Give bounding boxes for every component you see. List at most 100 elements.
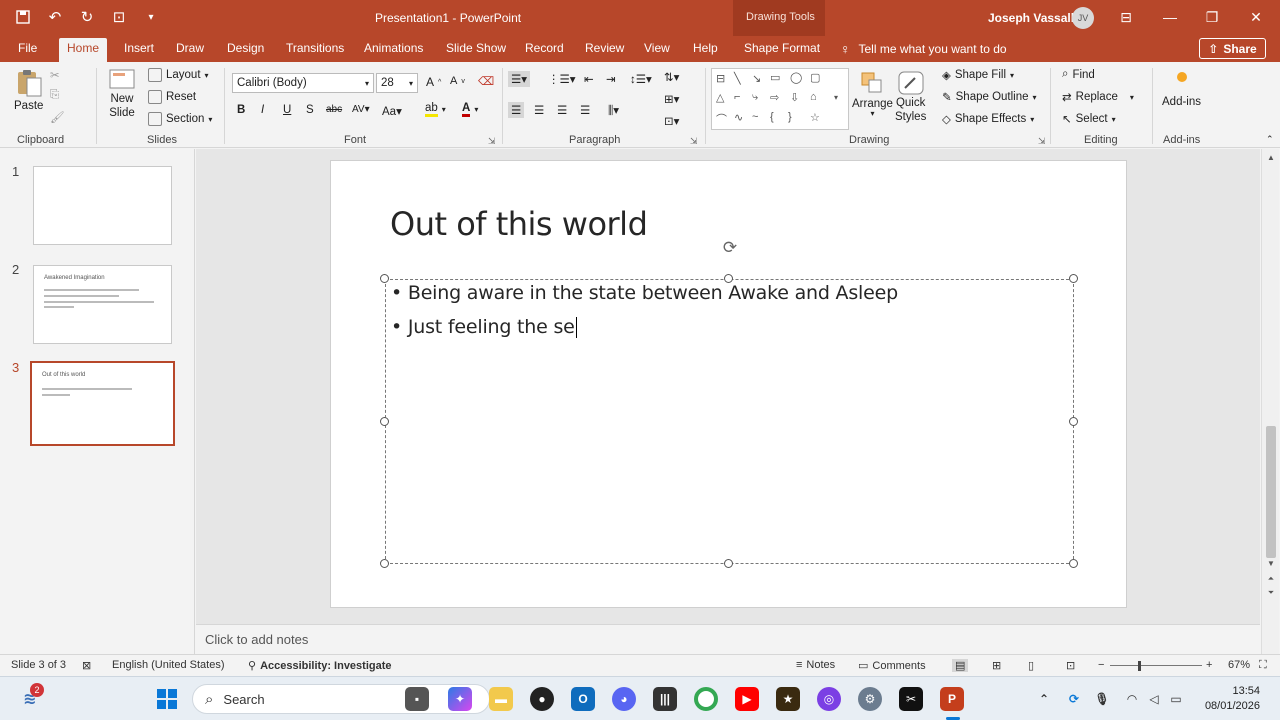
find-button[interactable]: ⌕ Find [1062, 68, 1095, 81]
textbox-shape-icon[interactable]: ⊟ [716, 72, 725, 85]
arrange-button[interactable]: Arrange ▾ [852, 70, 893, 118]
system-clock[interactable]: 13:54 08/01/2026 [1200, 684, 1260, 714]
collapse-ribbon-icon[interactable]: ⌃ [1266, 134, 1274, 145]
notes-toggle[interactable]: ≡ Notes [796, 659, 835, 671]
fit-to-window-icon[interactable]: ⛶ [1259, 659, 1267, 672]
font-dialog-launcher-icon[interactable]: ⇲ [488, 136, 496, 147]
italic-icon[interactable]: I [261, 104, 264, 116]
vertical-scrollbar[interactable]: ▲ ▼ ⏶ ⏷ [1261, 149, 1279, 654]
down-arrow-shape-icon[interactable]: ⇩ [790, 91, 799, 104]
font-color-icon[interactable]: A ▾ [462, 102, 478, 117]
shapes-gallery[interactable]: ⊟ ╲ ↘ ▭ ◯ ▢ △ ⌐ ⤷ ⇨ ⇩ ⌂ ⌒ ∿ ~ { } ☆ ▾ [711, 68, 849, 130]
present-icon[interactable]: ⊡ [110, 8, 128, 26]
freeform-shape-icon[interactable]: ∿ [734, 111, 743, 124]
replace-button[interactable]: ⇄ Replace ▾ [1062, 90, 1134, 104]
tab-draw[interactable]: Draw [176, 41, 204, 55]
microphone-icon[interactable]: 🎙 [1090, 687, 1114, 711]
tab-home[interactable]: Home [59, 38, 108, 62]
connector-arrow-icon[interactable]: ⤷ [752, 91, 758, 104]
tab-animations[interactable]: Animations [364, 41, 423, 55]
highlight-icon[interactable]: ab ▾ [425, 102, 446, 117]
triangle-shape-icon[interactable]: △ [716, 91, 724, 104]
tab-design[interactable]: Design [227, 41, 264, 55]
line-spacing-icon[interactable]: ↕☰▾ [630, 72, 652, 86]
accessibility-checker[interactable]: ⚲ Accessibility: Investigate [248, 659, 392, 673]
powerpoint-icon[interactable]: P [940, 687, 964, 711]
star-shape-icon[interactable]: ☆ [810, 111, 820, 124]
tab-record[interactable]: Record [525, 41, 564, 55]
previous-slide-icon[interactable]: ⏶ [1265, 574, 1277, 584]
zoom-slider[interactable] [1110, 665, 1202, 666]
elbow-connector-icon[interactable]: ⌐ [734, 91, 740, 103]
shape-effects-button[interactable]: ◇ Shape Effects ▾ [942, 112, 1034, 126]
grow-font-icon[interactable]: A ^ [426, 75, 441, 89]
smartart-icon[interactable]: ⊡▾ [664, 114, 679, 128]
text-direction-icon[interactable]: ⇅▾ [664, 70, 679, 84]
rectangle-shape-icon[interactable]: ▭ [770, 71, 780, 84]
select-button[interactable]: ↖ Select ▾ [1062, 112, 1116, 126]
oval-shape-icon[interactable]: ◯ [790, 71, 802, 84]
audio-editor-icon[interactable]: ||| [653, 687, 677, 711]
columns-icon[interactable]: ⫼▾ [608, 103, 619, 118]
font-size-select[interactable]: 28 ▾ [376, 73, 418, 93]
reset-button[interactable]: Reset [148, 90, 196, 104]
normal-view-icon[interactable]: ▤ [952, 659, 969, 672]
slide-thumbnail-3[interactable]: Out of this world [30, 361, 175, 446]
justify-icon[interactable]: ☰ [580, 103, 590, 117]
settings-icon[interactable]: ⚙ [858, 687, 882, 711]
copilot-icon[interactable]: ✦ [448, 687, 472, 711]
wifi-icon[interactable]: ◠ [1120, 687, 1144, 711]
slide-title[interactable]: Out of this world [390, 205, 648, 243]
tab-file[interactable]: File [18, 41, 37, 55]
character-spacing-icon[interactable]: AV▾ [352, 104, 370, 115]
customize-qat-icon[interactable]: ▾ [142, 8, 160, 26]
align-center-icon[interactable]: ☰ [534, 103, 544, 117]
close-icon[interactable]: ✕ [1246, 8, 1266, 26]
reading-view-icon[interactable]: ▯ [1028, 659, 1034, 672]
line-shape-icon[interactable]: ╲ [734, 72, 741, 85]
copy-icon[interactable]: ⎘ [50, 89, 59, 102]
tab-transitions[interactable]: Transitions [286, 41, 344, 55]
resize-handle[interactable] [1069, 417, 1078, 426]
brace-left-shape-icon[interactable]: { [770, 111, 774, 123]
scroll-up-icon[interactable]: ▲ [1265, 153, 1277, 163]
task-view-icon[interactable]: ▪ [405, 687, 429, 711]
shapes-more-icon[interactable]: ▾ [834, 93, 838, 102]
underline-icon[interactable]: U [283, 104, 291, 116]
youtube-icon[interactable]: ▶ [735, 687, 759, 711]
tab-view[interactable]: View [644, 41, 670, 55]
windows-start-icon[interactable] [155, 687, 179, 711]
slide-sorter-icon[interactable]: ⊞ [992, 659, 1001, 672]
chat-app-icon[interactable]: ◎ [817, 687, 841, 711]
tab-shape-format[interactable]: Shape Format [744, 41, 820, 55]
change-case-icon[interactable]: Aa▾ [382, 104, 402, 118]
bold-icon[interactable]: B [237, 104, 245, 116]
tab-insert[interactable]: Insert [124, 41, 154, 55]
slide-thumbnail-1[interactable] [33, 166, 172, 245]
layout-button[interactable]: Layout ▾ [148, 68, 209, 82]
app-icon-1[interactable]: ● [530, 687, 554, 711]
clear-formatting-icon[interactable]: ⌫ [478, 74, 494, 88]
scroll-down-icon[interactable]: ▼ [1265, 559, 1277, 569]
shrink-font-icon[interactable]: Av [450, 75, 465, 87]
restore-icon[interactable]: ❐ [1202, 8, 1222, 26]
battery-icon[interactable]: ▭ [1164, 687, 1188, 711]
notes-pane[interactable]: Click to add notes [196, 624, 1260, 654]
movie-app-icon[interactable]: ★ [776, 687, 800, 711]
paste-button[interactable]: Paste [14, 68, 43, 112]
resize-handle[interactable] [724, 559, 733, 568]
volume-icon[interactable]: ◁ [1142, 687, 1166, 711]
rotate-handle-icon[interactable]: ⟳ [720, 238, 740, 258]
bullet-item-1[interactable]: • Being aware in the state between Awake… [391, 282, 898, 304]
brace-right-shape-icon[interactable]: } [788, 111, 792, 123]
format-painter-icon[interactable]: 🖌 [50, 110, 65, 124]
section-button[interactable]: Section ▾ [148, 112, 212, 126]
font-family-select[interactable]: Calibri (Body) ▾ [232, 73, 374, 93]
strikethrough-icon[interactable]: abc [326, 104, 342, 115]
user-name[interactable]: Joseph Vassallo [988, 11, 1081, 25]
ribbon-display-icon[interactable]: ⊟ [1116, 8, 1136, 26]
zoom-in-icon[interactable]: + [1206, 659, 1212, 671]
redo-icon[interactable]: ↻ [78, 8, 96, 26]
quick-styles-button[interactable]: Quick Styles [895, 70, 926, 124]
decrease-indent-icon[interactable]: ⇤ [584, 72, 594, 86]
